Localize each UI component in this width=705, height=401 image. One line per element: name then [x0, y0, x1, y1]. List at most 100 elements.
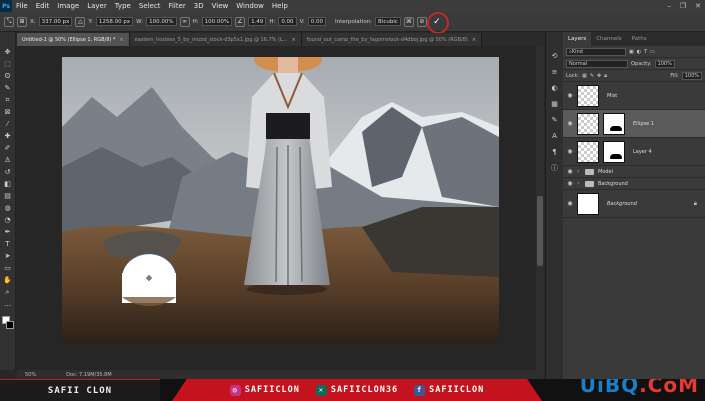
dodge-tool-icon[interactable]: ◔	[3, 216, 13, 225]
filter-shape-icon[interactable]: ▭	[650, 49, 655, 55]
tab-channels[interactable]: Channels	[591, 32, 626, 46]
zoom-tool-icon[interactable]: ⌕	[3, 288, 13, 297]
visibility-eye-icon[interactable]: ◉	[563, 92, 577, 99]
commit-transform-icon[interactable]: ✓	[426, 11, 449, 34]
tab-layers[interactable]: Layers	[563, 32, 592, 46]
menu-edit[interactable]: Edit	[32, 2, 54, 10]
layer-mask-thumbnail[interactable]	[603, 112, 625, 135]
color-panel-icon[interactable]: ▦	[551, 100, 559, 108]
cancel-transform-icon[interactable]: ⊘	[416, 16, 427, 27]
vskew-input[interactable]: 0.00	[307, 17, 326, 26]
menu-layer[interactable]: Layer	[83, 2, 111, 10]
eraser-tool-icon[interactable]: ◧	[3, 180, 13, 189]
angle-input[interactable]: 1.49	[248, 17, 267, 26]
filter-type-icon[interactable]: T	[644, 49, 647, 55]
layer-kind-filter[interactable]: ⌕ Kind	[566, 47, 626, 56]
history-brush-tool-icon[interactable]: ↺	[3, 168, 13, 177]
layer-group-row[interactable]: ◉ › Model	[563, 166, 705, 178]
blend-mode-select[interactable]: Normal	[566, 59, 628, 68]
more-tools-icon[interactable]: …	[3, 300, 13, 309]
background-layer-row[interactable]: ◉ Background 🔒︎	[563, 190, 705, 218]
height-input[interactable]: 100.00%	[201, 17, 233, 26]
warp-icon[interactable]: ⌘	[403, 16, 414, 27]
zoom-level[interactable]: 50%	[25, 372, 36, 378]
history-panel-icon[interactable]: ⟲	[551, 52, 559, 60]
y-input[interactable]: 1258.00 px	[95, 17, 134, 26]
width-input[interactable]: 100.00%	[146, 17, 177, 26]
quick-select-tool-icon[interactable]: ✎	[3, 84, 13, 93]
lasso-tool-icon[interactable]: ʘ	[3, 72, 13, 81]
reference-point-icon[interactable]: ⊞	[17, 16, 27, 27]
filter-adjust-icon[interactable]: ◐	[637, 49, 641, 55]
menu-3d[interactable]: 3D	[190, 2, 208, 10]
gradient-tool-icon[interactable]: ▤	[3, 192, 13, 201]
lock-all-icon[interactable]: 🔒︎	[604, 73, 607, 79]
menu-type[interactable]: Type	[111, 2, 135, 10]
opacity-input[interactable]: 100%	[654, 59, 675, 68]
close-tab-icon[interactable]: ×	[119, 37, 123, 43]
minimize-icon[interactable]: –	[667, 2, 671, 10]
info-panel-icon[interactable]: ⓘ	[551, 164, 559, 172]
scrollbar-thumb[interactable]	[537, 196, 543, 266]
tab-paths[interactable]: Paths	[627, 32, 652, 46]
character-panel-icon[interactable]: A	[551, 132, 559, 140]
shape-tool-icon[interactable]: ▭	[3, 264, 13, 273]
tab-untitled-1[interactable]: Untitled-1 @ 50% (Ellipse 1, RGB/8) * ×	[17, 33, 130, 46]
close-tab-icon[interactable]: ×	[472, 37, 476, 43]
x-input[interactable]: 337.00 px	[38, 17, 73, 26]
document-canvas[interactable]	[62, 57, 499, 343]
layer-group-row[interactable]: ◉ › Background	[563, 178, 705, 190]
crop-tool-icon[interactable]: ⌗	[3, 96, 13, 105]
maximize-icon[interactable]: ❐	[680, 2, 686, 10]
lock-paint-icon[interactable]: ✎	[590, 73, 594, 79]
transform-tool-icon[interactable]: ⤡	[4, 16, 14, 27]
close-tab-icon[interactable]: ×	[292, 37, 296, 43]
link-icon[interactable]: ∞	[179, 16, 190, 27]
visibility-eye-icon[interactable]: ◉	[563, 200, 577, 207]
paragraph-panel-icon[interactable]: ¶	[551, 148, 559, 156]
brush-panel-icon[interactable]: ✎	[551, 116, 559, 124]
lock-move-icon[interactable]: ✥	[597, 73, 601, 79]
chevron-right-icon[interactable]: ›	[577, 168, 585, 175]
hand-tool-icon[interactable]: ✋	[3, 276, 13, 285]
layer-row[interactable]: ◉ Layer 4	[563, 138, 705, 166]
close-icon[interactable]: ✕	[695, 2, 701, 10]
tab-eastern-hostess[interactable]: eastern_hostess_5_by_mizzd_stock-d3p5x1.…	[129, 33, 302, 46]
background-color[interactable]	[5, 321, 14, 329]
marquee-tool-icon[interactable]: ⬚	[3, 60, 13, 69]
canvas-vertical-scrollbar[interactable]	[536, 46, 544, 370]
properties-panel-icon[interactable]: ≡	[551, 68, 559, 76]
filter-pixel-icon[interactable]: ▣	[629, 49, 634, 55]
layer-mask-thumbnail[interactable]	[603, 140, 625, 163]
type-tool-icon[interactable]: T	[3, 240, 13, 249]
brush-tool-icon[interactable]: ✐	[3, 144, 13, 153]
clone-stamp-tool-icon[interactable]: ♙	[3, 156, 13, 165]
tab-camp-fire[interactable]: found_out_camp_fire_by_fagomstock-d4dboj…	[301, 33, 483, 46]
color-swatches[interactable]	[1, 316, 14, 330]
frame-tool-icon[interactable]: ⊠	[3, 108, 13, 117]
chevron-right-icon[interactable]: ›	[577, 180, 585, 187]
visibility-eye-icon[interactable]: ◉	[563, 180, 577, 187]
menu-help[interactable]: Help	[268, 2, 292, 10]
healing-brush-tool-icon[interactable]: ✚	[3, 132, 13, 141]
menu-window[interactable]: Window	[232, 2, 268, 10]
blur-tool-icon[interactable]: ◍	[3, 204, 13, 213]
pen-tool-icon[interactable]: ✒	[3, 228, 13, 237]
path-select-tool-icon[interactable]: ➤	[3, 252, 13, 261]
menu-filter[interactable]: Filter	[164, 2, 189, 10]
menu-image[interactable]: Image	[53, 2, 83, 10]
visibility-eye-icon[interactable]: ◉	[563, 168, 577, 175]
eyedropper-tool-icon[interactable]: ⁄	[3, 120, 13, 129]
adjustments-panel-icon[interactable]: ◐	[551, 84, 559, 92]
interpolation-select[interactable]: Bicubic	[375, 17, 401, 26]
menu-select[interactable]: Select	[135, 2, 165, 10]
visibility-eye-icon[interactable]: ◉	[563, 148, 577, 155]
layer-row[interactable]: ◉ Mist	[563, 82, 705, 110]
fill-input[interactable]: 100%	[681, 71, 702, 80]
layer-row-selected[interactable]: ◉ Ellipse 1	[563, 110, 705, 138]
move-tool-icon[interactable]: ✥	[3, 48, 13, 57]
lock-pixels-icon[interactable]: ▦	[582, 73, 587, 79]
menu-view[interactable]: View	[208, 2, 233, 10]
menu-file[interactable]: File	[12, 2, 32, 10]
hskew-input[interactable]: 0.00	[278, 17, 297, 26]
